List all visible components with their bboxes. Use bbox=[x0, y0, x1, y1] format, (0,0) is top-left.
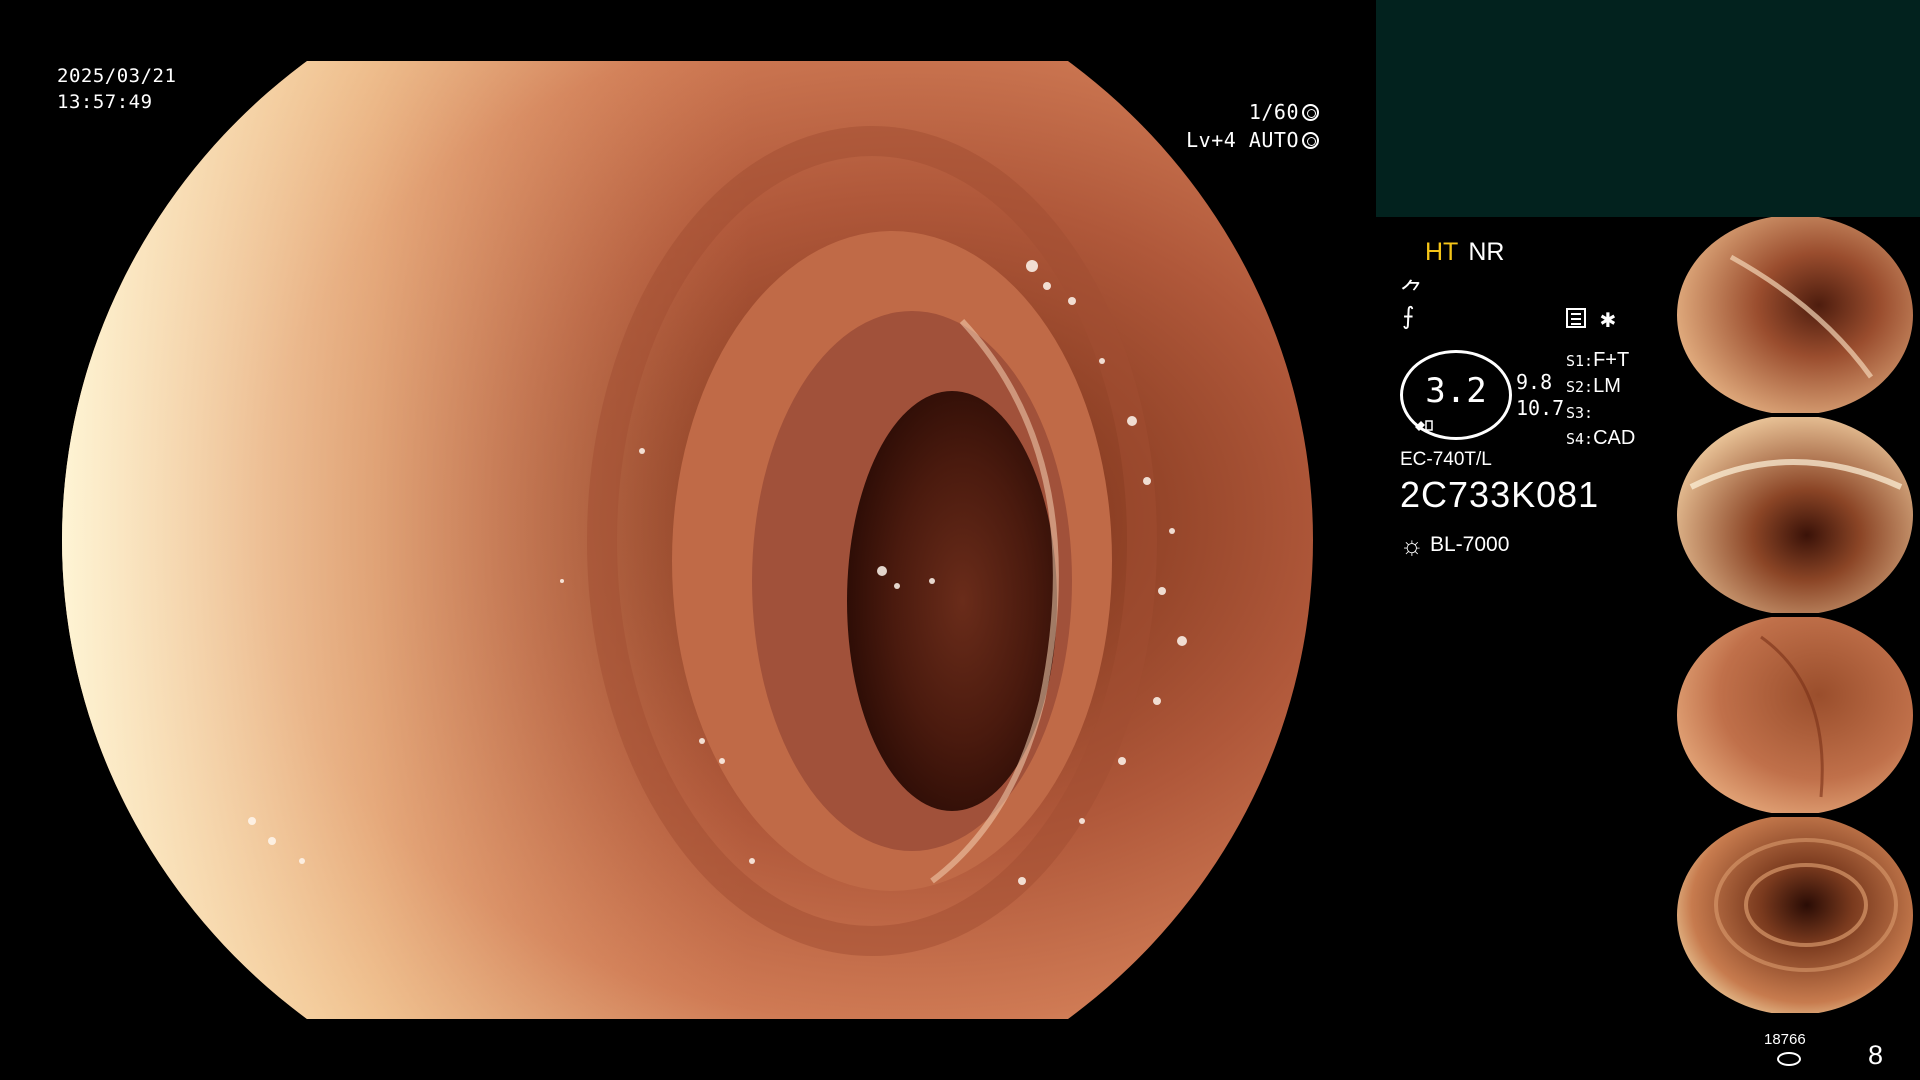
slot-3: S3: bbox=[1566, 404, 1594, 422]
light-source: ☼ BL-7000 bbox=[1400, 530, 1509, 561]
time-text: 13:57:49 bbox=[57, 91, 153, 113]
structure-icon: ⨍ bbox=[1402, 302, 1415, 330]
top-right-panel bbox=[1376, 0, 1920, 217]
iris-icon bbox=[1302, 132, 1319, 149]
switch-slots: S1:F+T S2:LM S3: S4:CAD bbox=[1566, 348, 1635, 452]
light-source-icon: ☼ bbox=[1400, 530, 1424, 560]
thumbnail-4[interactable] bbox=[1671, 817, 1920, 1013]
exposure-level: Lv+4 bbox=[1186, 128, 1237, 152]
mode-nr: NR bbox=[1468, 238, 1505, 266]
mode-ht: HT bbox=[1425, 238, 1459, 266]
capture-thumbnails bbox=[1671, 217, 1920, 1017]
value-a: 9.8 bbox=[1516, 370, 1553, 394]
zoom-marker-icon bbox=[1415, 420, 1433, 431]
endoscope-live-view bbox=[62, 61, 1313, 1019]
datetime-overlay: 2025/03/21 13:57:49 bbox=[57, 63, 176, 115]
shutter-speed: 1/60 bbox=[1248, 100, 1299, 124]
exposure-mode: AUTO bbox=[1248, 128, 1299, 152]
storage-icon bbox=[1777, 1052, 1801, 1066]
star-icon: ✱ bbox=[1600, 304, 1616, 334]
slot-4: S4:CAD bbox=[1566, 427, 1636, 449]
total-image-count: 18766 bbox=[1764, 1031, 1806, 1048]
thumbnail-3[interactable] bbox=[1671, 617, 1920, 813]
thumbnail-2[interactable] bbox=[1671, 417, 1920, 613]
slot-2: S2:LM bbox=[1566, 375, 1621, 397]
scope-serial: 2C733K081 bbox=[1400, 474, 1600, 515]
captured-image-count: 8 bbox=[1868, 1040, 1884, 1070]
image-mode: HT NR bbox=[1425, 238, 1504, 267]
value-b: 10.7 bbox=[1516, 396, 1565, 420]
zoom-value: 3.2 bbox=[1425, 371, 1487, 411]
light-source-label: BL-7000 bbox=[1430, 533, 1510, 556]
date-text: 2025/03/21 bbox=[57, 65, 177, 87]
thumbnail-1[interactable] bbox=[1671, 217, 1920, 413]
slot-1: S1:F+T bbox=[1566, 349, 1630, 371]
zoom-gauge: 3.2 bbox=[1400, 350, 1512, 440]
scope-model: EC-740T/L bbox=[1400, 449, 1492, 470]
exposure-overlay: 1/60 Lv+4 AUTO bbox=[1186, 98, 1319, 154]
aperture-icon bbox=[1302, 104, 1319, 121]
settings-list-icon bbox=[1566, 308, 1586, 328]
